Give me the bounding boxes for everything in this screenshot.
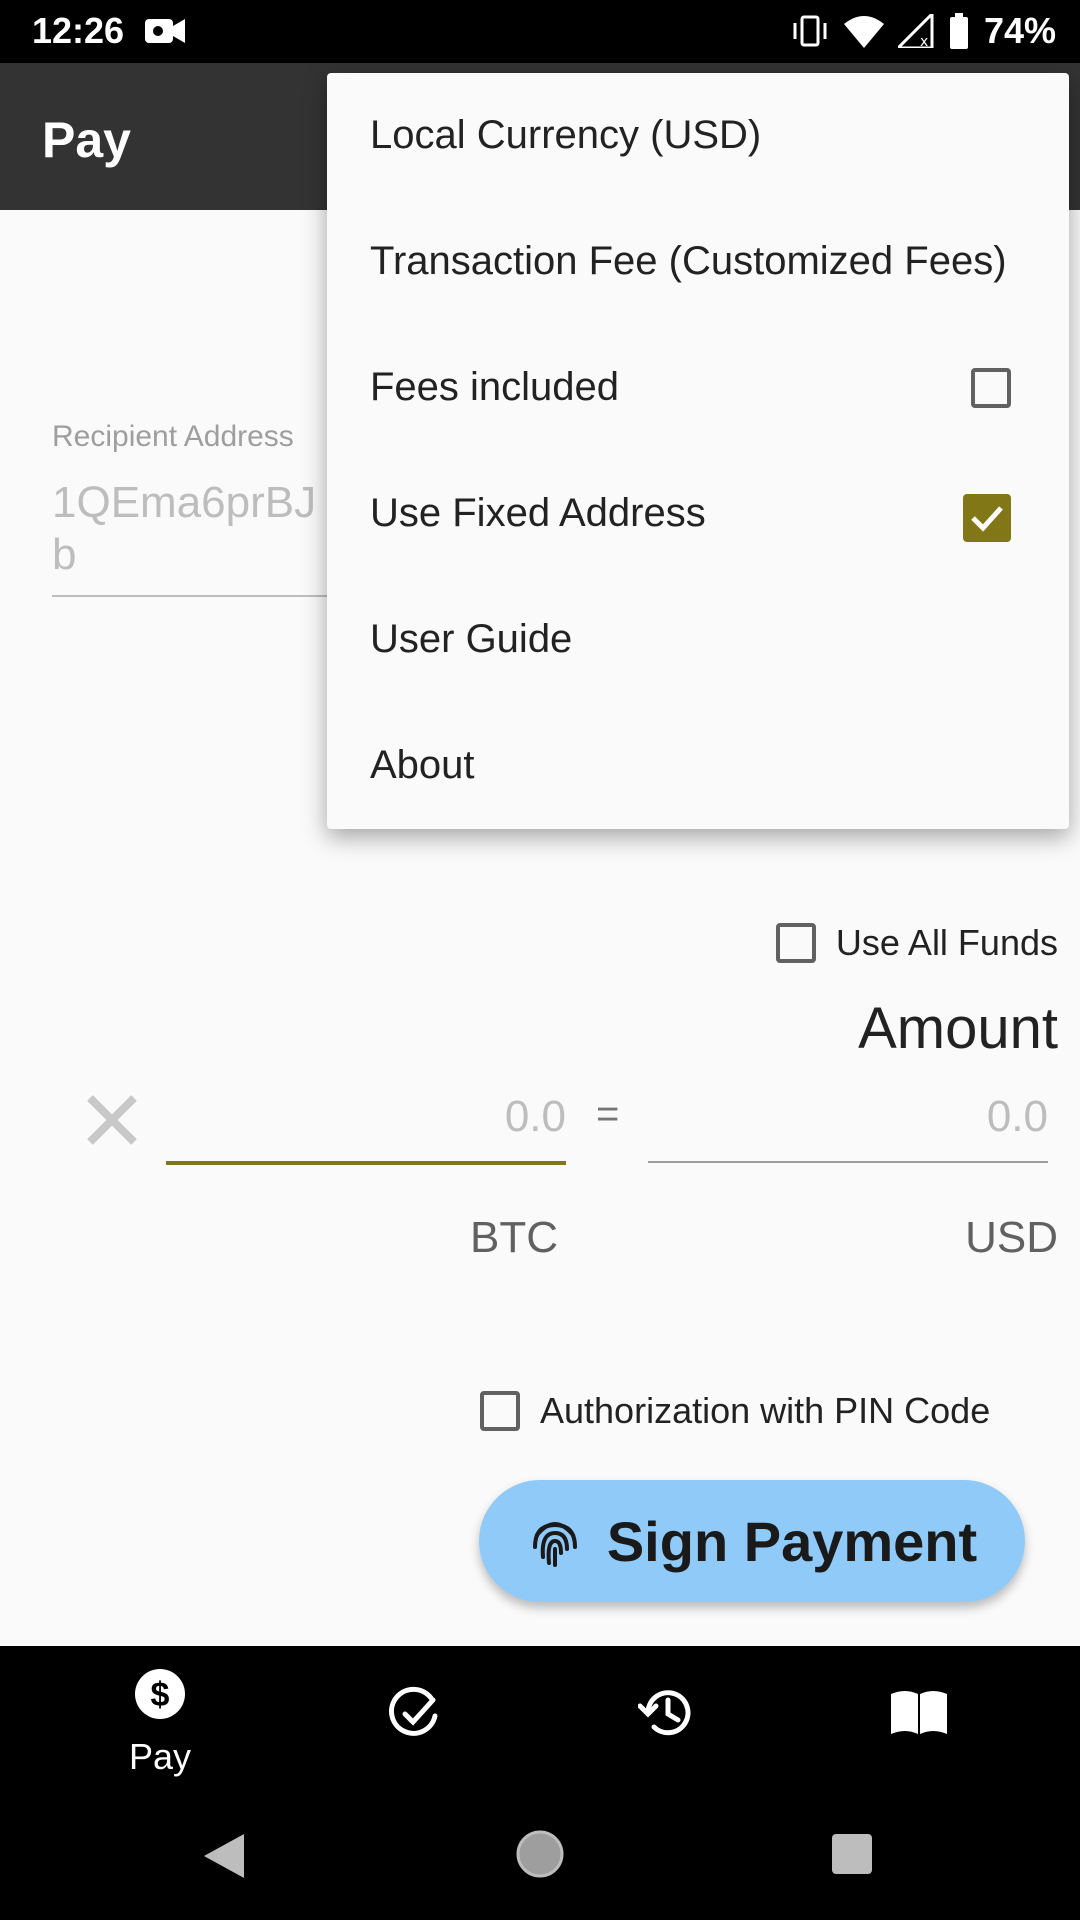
nav-history[interactable] — [566, 1646, 766, 1786]
amount-heading: Amount — [858, 996, 1058, 1061]
usd-amount-input[interactable]: 0.0 — [648, 1092, 1048, 1152]
status-time: 12:26 — [32, 10, 125, 51]
cell-signal-icon: x — [897, 14, 934, 48]
checked-checkbox-icon[interactable] — [963, 494, 1011, 542]
svg-text:x: x — [920, 34, 928, 48]
menu-item-user-guide[interactable]: User Guide — [327, 577, 1069, 703]
page-title: Pay — [42, 112, 131, 168]
home-icon[interactable] — [516, 1830, 564, 1878]
recents-icon[interactable] — [832, 1834, 872, 1874]
menu-item-label: About — [370, 743, 475, 787]
bottom-navigation: $ Pay — [0, 1646, 1080, 1786]
wifi-icon — [843, 16, 884, 48]
battery-icon — [949, 13, 968, 49]
menu-item-label: Transaction Fee (Customized Fees) — [370, 239, 1007, 283]
menu-item-label: Fees included — [370, 365, 620, 409]
status-bar: 12:26 x 74% — [0, 0, 1080, 63]
btc-input-underline — [166, 1161, 566, 1165]
menu-item-transaction-fee[interactable]: Transaction Fee (Customized Fees) — [327, 199, 1069, 325]
svg-text:$: $ — [151, 1676, 170, 1714]
btc-unit-label: BTC — [470, 1213, 558, 1262]
clear-icon[interactable] — [82, 1090, 142, 1150]
menu-item-label: User Guide — [370, 617, 573, 661]
menu-item-label: Use Fixed Address — [370, 491, 706, 535]
use-all-funds-checkbox[interactable]: Use All Funds — [775, 922, 1058, 964]
menu-item-fees-included[interactable]: Fees included — [327, 325, 1069, 451]
use-all-funds-label: Use All Funds — [835, 922, 1058, 963]
video-record-icon — [145, 19, 185, 43]
checkbox-icon[interactable] — [480, 1391, 520, 1431]
fees-included-checkbox[interactable] — [971, 368, 1011, 408]
nav-pay[interactable]: $ Pay — [60, 1646, 260, 1786]
vibrate-icon — [793, 15, 827, 47]
menu-item-local-currency[interactable]: Local Currency (USD) — [327, 73, 1069, 199]
menu-item-about[interactable]: About — [327, 703, 1069, 829]
receive-check-icon — [389, 1686, 438, 1736]
pin-authorization-label: Authorization with PIN Code — [540, 1390, 991, 1431]
equals-sign: = — [596, 1092, 620, 1136]
menu-item-label: Local Currency (USD) — [370, 113, 762, 157]
btc-amount-input[interactable]: 0.0 — [166, 1092, 566, 1152]
nav-pay-label: Pay — [128, 1736, 192, 1777]
history-icon — [638, 1690, 691, 1736]
nav-guide[interactable] — [819, 1646, 1019, 1786]
fingerprint-icon — [532, 1522, 577, 1567]
book-icon — [891, 1691, 947, 1734]
battery-percent: 74% — [983, 10, 1056, 51]
usd-unit-label: USD — [965, 1213, 1058, 1262]
back-icon[interactable] — [204, 1834, 244, 1878]
sign-payment-label: Sign Payment — [606, 1509, 978, 1573]
usd-input-underline — [648, 1161, 1048, 1163]
recipient-address-label: Recipient Address — [52, 420, 294, 453]
sign-payment-button[interactable]: Sign Payment — [479, 1480, 1025, 1602]
pin-authorization-checkbox[interactable]: Authorization with PIN Code — [480, 1390, 990, 1432]
menu-item-use-fixed-address[interactable]: Use Fixed Address — [327, 451, 1069, 577]
nav-receive[interactable] — [313, 1646, 513, 1786]
system-navigation-bar — [0, 1786, 1080, 1920]
checkbox-icon[interactable] — [775, 923, 816, 963]
dollar-icon: $ — [135, 1669, 185, 1719]
overflow-menu: Local Currency (USD) Transaction Fee (Cu… — [327, 73, 1069, 829]
